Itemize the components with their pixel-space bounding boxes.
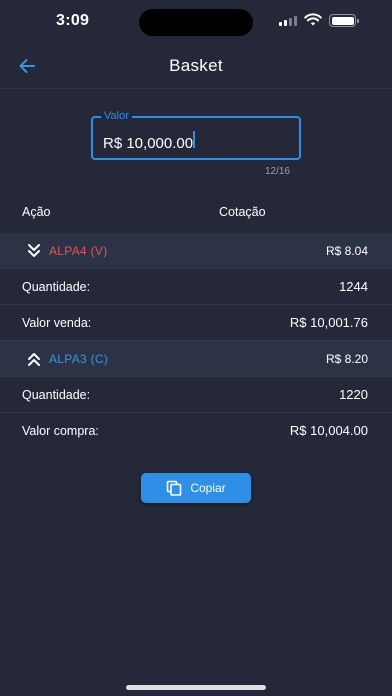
- stock-row-buy[interactable]: ALPA3 (C) R$ 8.20: [0, 341, 392, 377]
- battery-icon: [329, 14, 359, 27]
- text-caret: [193, 131, 195, 148]
- buy-total-value: R$ 10,004.00: [289, 423, 368, 438]
- double-chevron-up-icon: [28, 353, 40, 366]
- buy-total-label: Valor compra:: [22, 424, 99, 438]
- column-header-acao: Ação: [22, 205, 51, 219]
- sell-price: R$ 8.04: [325, 244, 368, 258]
- buy-quantity-row: Quantidade: 1220: [0, 377, 392, 413]
- sell-quantity-value: 1244: [339, 279, 368, 294]
- status-time: 3:09: [56, 12, 90, 29]
- home-indicator: [126, 685, 266, 690]
- buy-total-row: Valor compra: R$ 10,004.00: [0, 413, 392, 449]
- copy-icon: [167, 480, 182, 496]
- buy-price: R$ 8.20: [325, 352, 368, 366]
- sell-quantity-row: Quantidade: 1244: [0, 269, 392, 305]
- copy-button-label: Copiar: [190, 481, 226, 495]
- header-divider: [0, 88, 392, 89]
- sell-ticker: ALPA4 (V): [49, 244, 108, 258]
- app-bar: Basket: [0, 44, 392, 88]
- dynamic-island: [139, 9, 253, 36]
- valor-input[interactable]: [93, 118, 299, 158]
- wifi-icon: [304, 13, 322, 26]
- copy-button[interactable]: Copiar: [141, 473, 251, 503]
- stock-row-sell[interactable]: ALPA4 (V) R$ 8.04: [0, 233, 392, 269]
- buy-quantity-value: 1220: [339, 387, 368, 402]
- double-chevron-down-icon: [28, 244, 40, 257]
- page-title: Basket: [169, 56, 223, 75]
- status-bar: 3:09: [0, 0, 392, 44]
- valor-field[interactable]: Valor: [91, 109, 301, 160]
- sell-total-row: Valor venda: R$ 10,001.76: [0, 305, 392, 341]
- buy-ticker: ALPA3 (C): [49, 352, 109, 366]
- column-header-cotacao: Cotação: [219, 205, 266, 219]
- buy-quantity-label: Quantidade:: [22, 388, 91, 402]
- sell-total-label: Valor venda:: [22, 316, 92, 330]
- sell-total-value: R$ 10,001.76: [289, 315, 368, 330]
- sell-quantity-label: Quantidade:: [22, 280, 91, 294]
- cellular-signal-icon: [279, 15, 297, 26]
- character-counter: 12/16: [264, 166, 290, 177]
